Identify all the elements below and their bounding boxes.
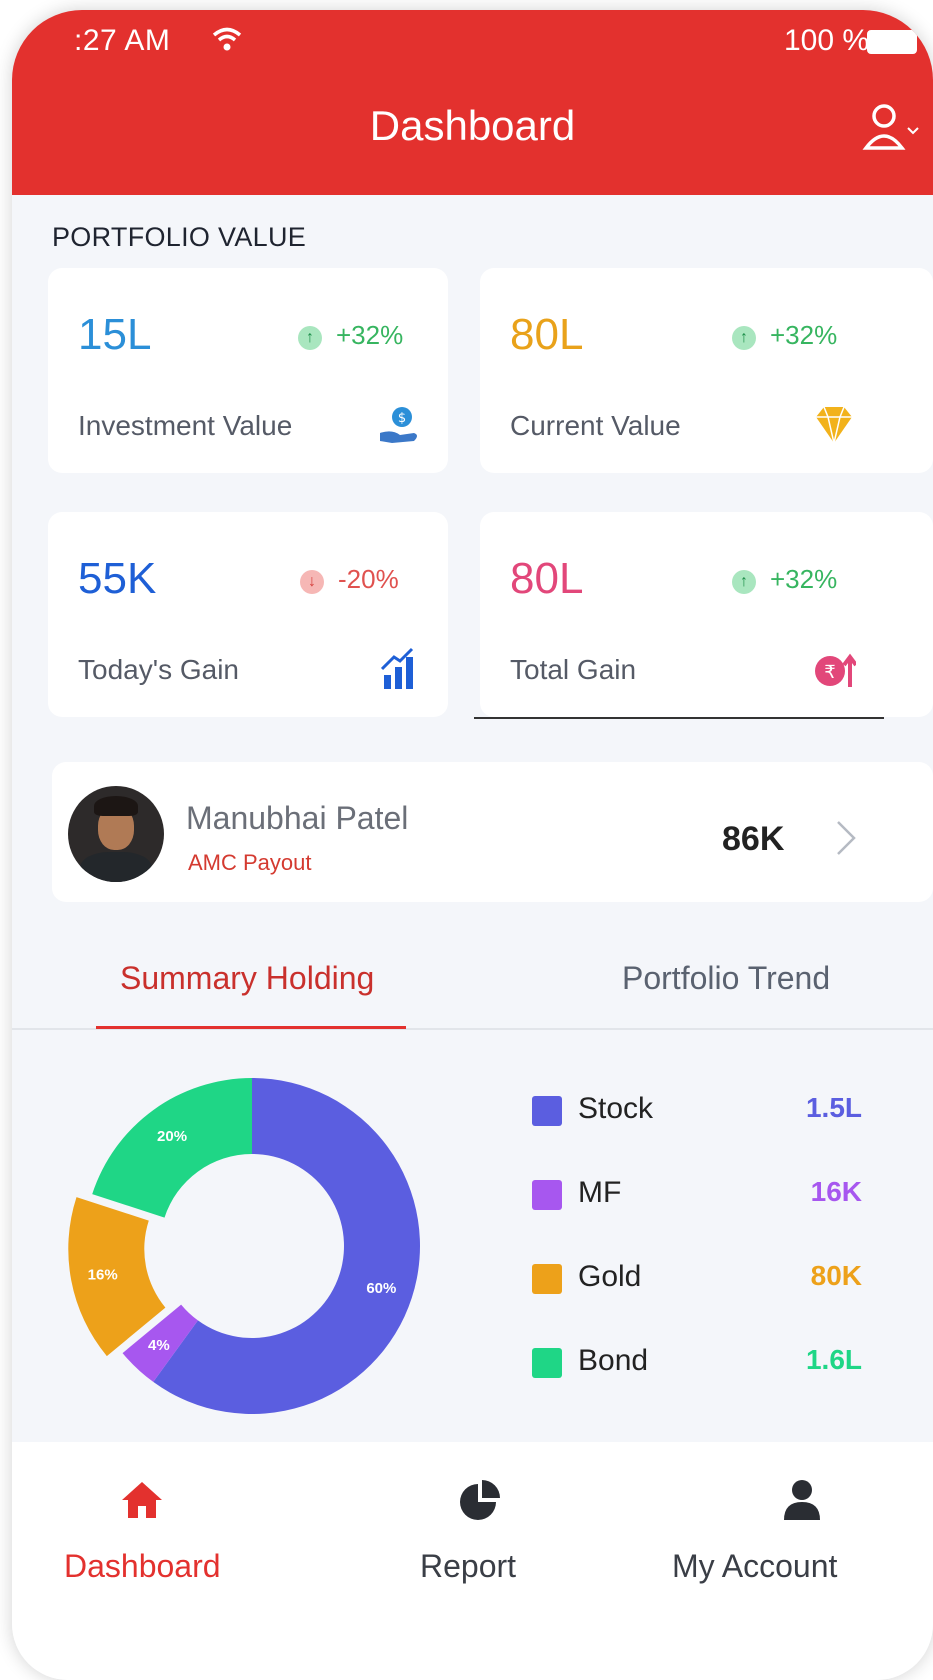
payout-name: Manubhai Patel — [186, 800, 409, 836]
arrow-up-icon: ↑ — [732, 326, 756, 350]
arrow-down-icon: ↓ — [300, 570, 324, 594]
section-label: PORTFOLIO VALUE — [52, 222, 307, 252]
legend-item-stock: Stock 1.5L — [532, 1090, 862, 1130]
tab-portfolio-trend[interactable]: Portfolio Trend — [622, 960, 830, 997]
legend-value: 16K — [810, 1176, 862, 1207]
user-icon — [784, 1480, 820, 1520]
holdings-chart: 60% 4% 16% 20% Stock 1.5L MF 16K Gold 80K B… — [12, 1050, 933, 1440]
holding-tabs: Summary Holding Portfolio Trend — [12, 938, 933, 1048]
battery-percent: 100 % — [784, 24, 870, 57]
user-menu-icon[interactable] — [862, 102, 922, 152]
page-title: Dashboard — [369, 102, 576, 149]
diamond-icon — [816, 406, 852, 444]
card-value: 80L — [510, 554, 584, 603]
legend-value: 1.5L — [805, 1092, 862, 1123]
legend-swatch — [532, 1264, 562, 1294]
legend-name: Bond — [578, 1344, 649, 1377]
change-badge: ↑ +32% — [732, 564, 837, 595]
change-badge: ↑ +32% — [732, 320, 837, 351]
legend-value: 1.6L — [805, 1344, 862, 1375]
phone-screen: :27 AM 100 % Dashboard PORTFOLIO VALUE 1… — [12, 10, 933, 1680]
card-label: Current Value — [510, 410, 681, 441]
arrow-up-icon: ↑ — [732, 570, 756, 594]
rupee-up-icon: ₹ — [815, 653, 856, 687]
legend-swatch — [532, 1096, 562, 1126]
status-time: :27 AM — [74, 24, 171, 57]
legend-swatch — [532, 1348, 562, 1378]
arrow-up-icon: ↑ — [298, 326, 322, 350]
bottom-navigation: Dashboard Report My Account — [12, 1442, 933, 1680]
legend-item-gold: Gold 80K — [532, 1258, 862, 1298]
nav-report[interactable]: Report — [352, 1442, 612, 1642]
card-value: 15L — [78, 310, 152, 359]
amc-payout-row[interactable]: Manubhai Patel AMC Payout 86K — [52, 762, 933, 902]
divider — [474, 717, 884, 719]
todays-gain-card[interactable]: 55K ↓ -20% Today's Gain — [48, 512, 448, 717]
legend-name: Stock — [578, 1092, 654, 1125]
legend-name: Gold — [578, 1260, 642, 1293]
investment-value-card[interactable]: 15L ↑ +32% Investment Value $ — [48, 268, 448, 473]
legend-item-bond: Bond 1.6L — [532, 1342, 862, 1382]
bar-chart-up-icon — [380, 647, 414, 689]
wifi-icon — [212, 27, 242, 51]
active-tab-indicator — [96, 1026, 406, 1029]
home-icon — [122, 1482, 162, 1518]
money-hand-icon: $ — [380, 407, 417, 443]
nav-my-account[interactable]: My Account — [662, 1442, 933, 1642]
slice-label: 20% — [157, 1128, 187, 1145]
change-badge: ↓ -20% — [300, 564, 399, 595]
battery-icon — [867, 30, 917, 54]
legend-name: MF — [578, 1176, 622, 1209]
change-badge: ↑ +32% — [298, 320, 403, 351]
card-label: Investment Value — [78, 410, 293, 441]
nav-dashboard[interactable]: Dashboard — [12, 1442, 312, 1642]
card-label: Total Gain — [510, 654, 637, 685]
payout-amount: 86K — [722, 820, 785, 858]
app-header: :27 AM 100 % Dashboard — [12, 10, 933, 195]
nav-label: Report — [420, 1548, 517, 1584]
nav-label: My Account — [672, 1548, 838, 1584]
chevron-right-icon[interactable] — [830, 818, 860, 858]
avatar — [68, 786, 164, 882]
tab-summary-holding[interactable]: Summary Holding — [120, 960, 374, 997]
card-label: Today's Gain — [78, 654, 239, 685]
pie-chart-icon — [460, 1480, 500, 1520]
svg-text:$: $ — [398, 411, 406, 426]
donut-chart: 60% 4% 16% 20% — [68, 1078, 420, 1414]
donut-slice-bond — [92, 1078, 252, 1218]
card-value: 55K — [78, 554, 157, 603]
slice-label: 60% — [366, 1280, 396, 1297]
legend-item-mf: MF 16K — [532, 1174, 862, 1214]
legend-swatch — [532, 1180, 562, 1210]
svg-text:₹: ₹ — [824, 662, 835, 683]
slice-label: 4% — [148, 1337, 170, 1354]
nav-label: Dashboard — [64, 1548, 221, 1584]
current-value-card[interactable]: 80L ↑ +32% Current Value — [480, 268, 933, 473]
total-gain-card[interactable]: 80L ↑ +32% Total Gain ₹ — [480, 512, 933, 717]
legend-value: 80K — [810, 1260, 862, 1291]
card-value: 80L — [510, 310, 584, 359]
slice-label: 16% — [88, 1266, 118, 1283]
payout-subtitle: AMC Payout — [188, 850, 312, 875]
